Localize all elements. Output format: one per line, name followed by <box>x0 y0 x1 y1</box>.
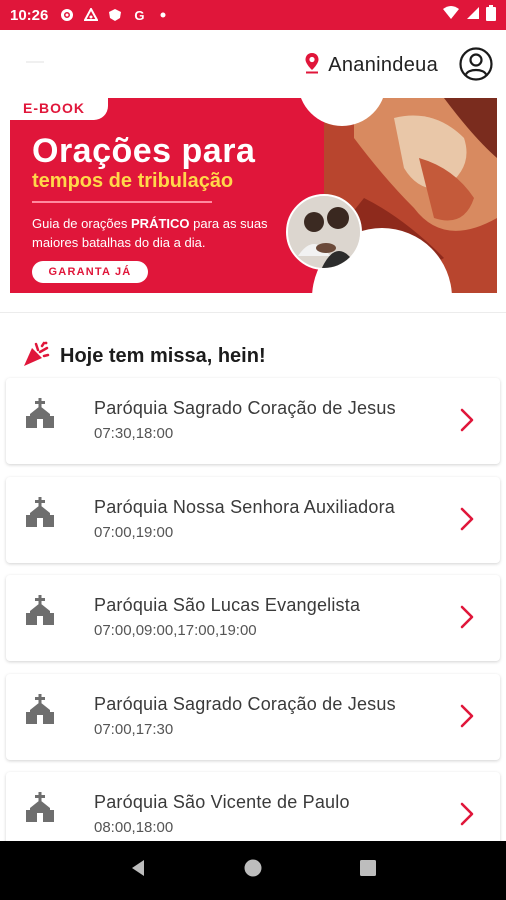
back-button[interactable] <box>128 858 148 883</box>
battery-icon <box>486 4 496 26</box>
parish-card[interactable]: Paróquia Nossa Senhora Auxiliadora 07:00,… <box>6 476 500 563</box>
parish-name: Paróquia São Vicente de Paulo <box>94 792 350 812</box>
banner-cta-button[interactable]: GARANTA JÁ <box>32 261 148 283</box>
parish-card[interactable]: Paróquia São Lucas Evangelista 07:00,09:0… <box>6 575 500 661</box>
location-name: Ananindeua <box>328 54 438 76</box>
mass-times: 07:00,17:30 <box>94 720 174 738</box>
mass-times: 08:00,18:00 <box>94 819 174 836</box>
wifi-icon <box>442 5 460 25</box>
section-divider <box>0 312 506 313</box>
parish-name: Paróquia São Lucas Evangelista <box>94 595 361 615</box>
parish-list: Paróquia Sagrado Coração de Jesus 07:30,1… <box>6 378 500 871</box>
banner-subtitle: tempos de tribulação <box>32 170 234 192</box>
section-title: Hoje tem missa, hein! <box>60 345 266 367</box>
location-selector[interactable]: Ananindeua <box>304 52 438 79</box>
ebook-banner[interactable]: E-BOOK Orações para tempos de tribulação… <box>10 98 497 293</box>
banner-title: Orações para <box>32 132 256 170</box>
banner-description: Guia de orações PRÁTICO para as suas mai… <box>32 216 268 250</box>
church-icon <box>26 496 54 527</box>
parish-card[interactable]: Paróquia Sagrado Coração de Jesus 07:30,1… <box>6 378 500 464</box>
chevron-right-icon[interactable] <box>460 802 474 826</box>
mass-times: 07:00,19:00 <box>94 523 174 541</box>
parish-name: Paróquia Sagrado Coração de Jesus <box>94 398 396 418</box>
google-icon: G <box>134 7 145 23</box>
church-icon <box>26 792 54 822</box>
user-icon <box>459 47 493 81</box>
banner-divider <box>32 201 212 203</box>
gear-icon <box>60 8 74 22</box>
chevron-right-icon[interactable] <box>460 507 474 531</box>
signal-icon <box>466 6 480 25</box>
shield-icon <box>108 8 122 22</box>
menu-button[interactable] <box>26 61 46 65</box>
mass-times: 07:00,09:00,17:00,19:00 <box>94 622 257 639</box>
home-button[interactable] <box>243 858 263 883</box>
parish-name: Paróquia Nossa Senhora Auxiliadora <box>94 496 395 517</box>
chevron-right-icon[interactable] <box>460 408 474 432</box>
mail-icon <box>84 8 99 22</box>
church-icon <box>26 595 54 625</box>
praying-couple-photo <box>286 194 362 270</box>
parish-name: Paróquia Sagrado Coração de Jesus <box>94 693 396 714</box>
navigation-bar <box>0 841 506 900</box>
location-pin-icon <box>304 52 320 79</box>
chevron-right-icon[interactable] <box>460 605 474 629</box>
church-icon <box>26 398 54 428</box>
user-profile-button[interactable] <box>459 47 493 81</box>
recents-button[interactable] <box>358 858 378 883</box>
chevron-right-icon[interactable] <box>460 704 474 728</box>
party-popper-icon <box>22 340 50 373</box>
parish-card[interactable]: Paróquia Sagrado Coração de Jesus 07:00,1… <box>6 673 500 760</box>
app-header: Ananindeua <box>0 30 506 98</box>
status-bar: 10:26 G <box>0 0 506 30</box>
mass-times: 07:30,18:00 <box>94 425 174 442</box>
church-icon <box>26 693 54 724</box>
status-time: 10:26 <box>10 6 49 24</box>
ebook-tag: E-BOOK <box>10 98 108 120</box>
dot-icon <box>156 8 170 22</box>
section-header: Hoje tem missa, hein! <box>22 340 266 373</box>
